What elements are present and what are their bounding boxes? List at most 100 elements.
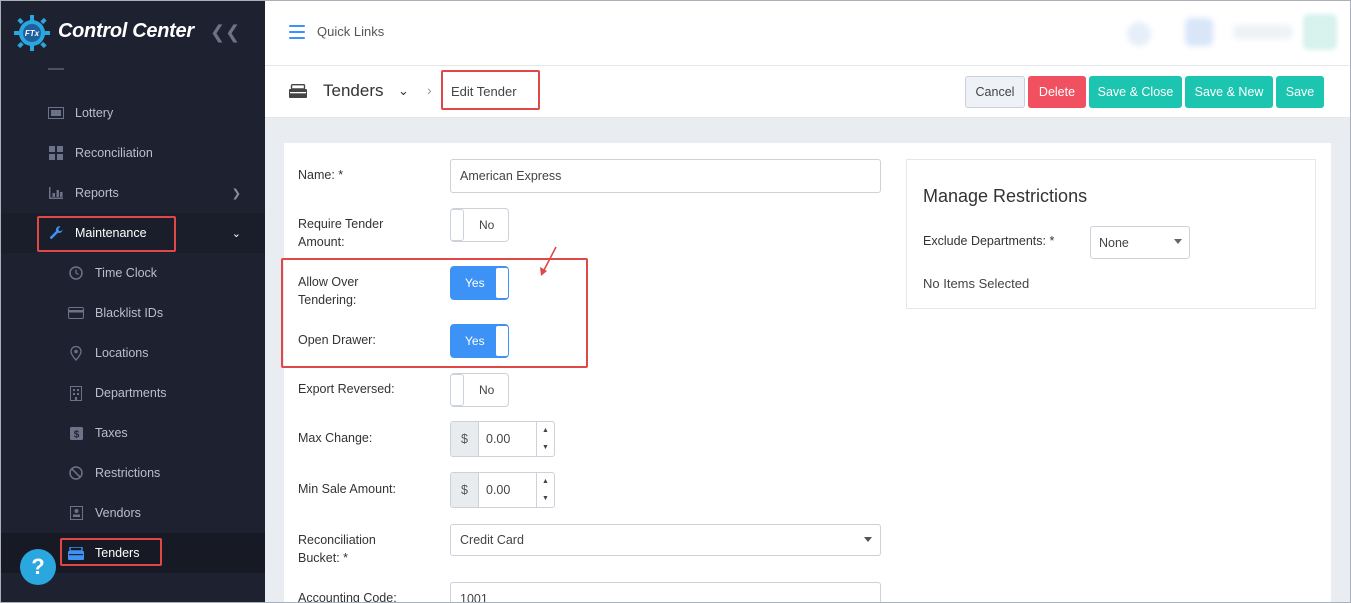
- save-button[interactable]: Save: [1276, 76, 1324, 108]
- sidebar-item-label: Time Clock: [95, 266, 158, 280]
- sidebar-item-label: Blacklist IDs: [95, 306, 164, 320]
- contact-icon: [68, 505, 84, 521]
- stepper-up-icon[interactable]: ▲: [537, 422, 554, 439]
- card-title: Manage Restrictions: [923, 186, 1088, 206]
- reconciliation-bucket-select[interactable]: Credit Card: [450, 524, 881, 556]
- accounting-code-label: Accounting Code:: [298, 591, 397, 603]
- name-input[interactable]: American Express: [450, 159, 881, 193]
- sidebar-item-label: Vendors: [95, 506, 141, 520]
- save-new-button[interactable]: Save & New: [1185, 76, 1273, 108]
- cancel-button[interactable]: Cancel: [965, 76, 1025, 108]
- notification-icon-blurred[interactable]: [1185, 18, 1213, 46]
- sidebar-item-blacklist-ids[interactable]: Blacklist IDs: [0, 293, 265, 333]
- min-sale-amount-input[interactable]: $ 0.00 ▲ ▼: [450, 472, 555, 508]
- require-tender-amount-toggle[interactable]: No: [450, 208, 509, 242]
- max-change-value: 0.00: [486, 432, 511, 446]
- logo-badge: FTx: [25, 29, 40, 38]
- annotation-arrow-icon: [540, 246, 557, 276]
- max-change-input[interactable]: $ 0.00 ▲ ▼: [450, 421, 555, 457]
- sidebar-item-label: Departments: [95, 386, 167, 400]
- export-reversed-label: Export Reversed:: [298, 382, 395, 396]
- tender-icon: [289, 84, 307, 98]
- sidebar-item-label: Locations: [95, 346, 149, 360]
- svg-text:$: $: [73, 429, 79, 440]
- exclude-departments-value: None: [1099, 235, 1129, 250]
- sidebar: FTx Control Center ❮❮ Lottery Reconcilia…: [0, 0, 265, 603]
- toggle-knob: [451, 374, 464, 406]
- top-bar: Quick Links: [265, 0, 1351, 66]
- sidebar-item-restrictions[interactable]: Restrictions: [0, 453, 265, 493]
- currency-addon: $: [451, 473, 479, 507]
- menu-icon[interactable]: [289, 25, 305, 39]
- chevron-down-icon: ⌄: [231, 227, 241, 240]
- min-sale-amount-label: Min Sale Amount:: [298, 482, 396, 496]
- annotation-box-maintenance: [37, 216, 176, 252]
- sidebar-item-locations[interactable]: Locations: [0, 333, 265, 373]
- exclude-departments-select[interactable]: None: [1090, 226, 1190, 259]
- sidebar-item-label: Reports: [75, 186, 119, 200]
- help-button[interactable]: ?: [20, 549, 56, 585]
- sidebar-item-reconciliation[interactable]: Reconciliation: [0, 133, 265, 173]
- sidebar-item-label: Restrictions: [95, 466, 161, 480]
- brand-header: FTx Control Center ❮❮: [0, 0, 265, 66]
- bar-chart-icon: [48, 185, 64, 201]
- map-pin-icon: [68, 345, 84, 361]
- max-change-label: Max Change:: [298, 431, 373, 445]
- chevron-down-icon[interactable]: ⌄: [398, 83, 409, 99]
- sidebar-item-label: Reconciliation: [75, 146, 153, 160]
- brand-name: Control Center: [58, 20, 194, 42]
- stepper-up-icon[interactable]: ▲: [537, 473, 554, 490]
- chevron-right-icon: ❯: [231, 187, 241, 200]
- dropdown-caret-icon: [864, 537, 872, 542]
- exclude-departments-label: Exclude Departments: *: [923, 234, 1055, 248]
- stepper-down-icon[interactable]: ▼: [537, 439, 554, 456]
- name-label: Name: *: [298, 168, 344, 182]
- page-title: Tenders: [323, 81, 384, 100]
- sidebar-item-label: Taxes: [95, 426, 128, 440]
- sidebar-item-taxes[interactable]: $ Taxes: [0, 413, 265, 453]
- toggle-label: No: [479, 383, 495, 397]
- dropdown-caret-icon: [1174, 239, 1182, 244]
- number-stepper[interactable]: ▲ ▼: [536, 473, 554, 507]
- dollar-icon: $: [68, 425, 84, 441]
- sidebar-item-hidden[interactable]: [0, 60, 265, 80]
- grid-icon: [48, 145, 64, 161]
- toggle-knob: [451, 209, 464, 241]
- account-button-blurred[interactable]: [1303, 14, 1337, 50]
- currency-addon: $: [451, 422, 479, 456]
- delete-button[interactable]: Delete: [1028, 76, 1086, 108]
- sidebar-item-departments[interactable]: Departments: [0, 373, 265, 413]
- user-avatar-blurred[interactable]: [1127, 22, 1151, 46]
- no-items-text: No Items Selected: [923, 276, 1030, 291]
- ticket-icon: [48, 105, 64, 121]
- export-reversed-toggle[interactable]: No: [450, 373, 509, 407]
- sidebar-item-lottery[interactable]: Lottery: [0, 93, 265, 133]
- annotation-box-edit-tender: [441, 70, 540, 110]
- require-tender-amount-label: Require Tender Amount:: [298, 217, 384, 249]
- ban-icon: [68, 465, 84, 481]
- reconciliation-bucket-label: Reconciliation Bucket: *: [298, 533, 376, 565]
- reconciliation-bucket-value: Credit Card: [460, 533, 524, 547]
- logo-gear-icon: FTx: [14, 15, 50, 51]
- sidebar-item-vendors[interactable]: Vendors: [0, 493, 265, 533]
- breadcrumb-separator-icon: ›: [427, 82, 432, 98]
- collapse-sidebar-icon[interactable]: ❮❮: [210, 22, 240, 43]
- clock-icon: [68, 265, 84, 281]
- toggle-label: No: [479, 218, 495, 232]
- manage-restrictions-card: Manage Restrictions Exclude Departments:…: [906, 159, 1316, 309]
- sidebar-item-reports[interactable]: Reports ❯: [0, 173, 265, 213]
- list-icon: [48, 62, 64, 78]
- number-stepper[interactable]: ▲ ▼: [536, 422, 554, 456]
- min-sale-amount-value: 0.00: [486, 483, 511, 497]
- sidebar-item-time-clock[interactable]: Time Clock: [0, 253, 265, 293]
- sidebar-item-label: Lottery: [75, 106, 114, 120]
- annotation-box-tenders: [60, 538, 162, 566]
- quick-links-link[interactable]: Quick Links: [317, 24, 384, 39]
- user-name-blurred: [1233, 25, 1293, 39]
- page-header: Tenders ⌄ › Edit Tender Cancel Delete Sa…: [265, 66, 1351, 118]
- accounting-code-input[interactable]: 1001: [450, 582, 881, 603]
- save-close-button[interactable]: Save & Close: [1089, 76, 1182, 108]
- stepper-down-icon[interactable]: ▼: [537, 490, 554, 507]
- card-icon: [68, 305, 84, 321]
- building-icon: [68, 385, 84, 401]
